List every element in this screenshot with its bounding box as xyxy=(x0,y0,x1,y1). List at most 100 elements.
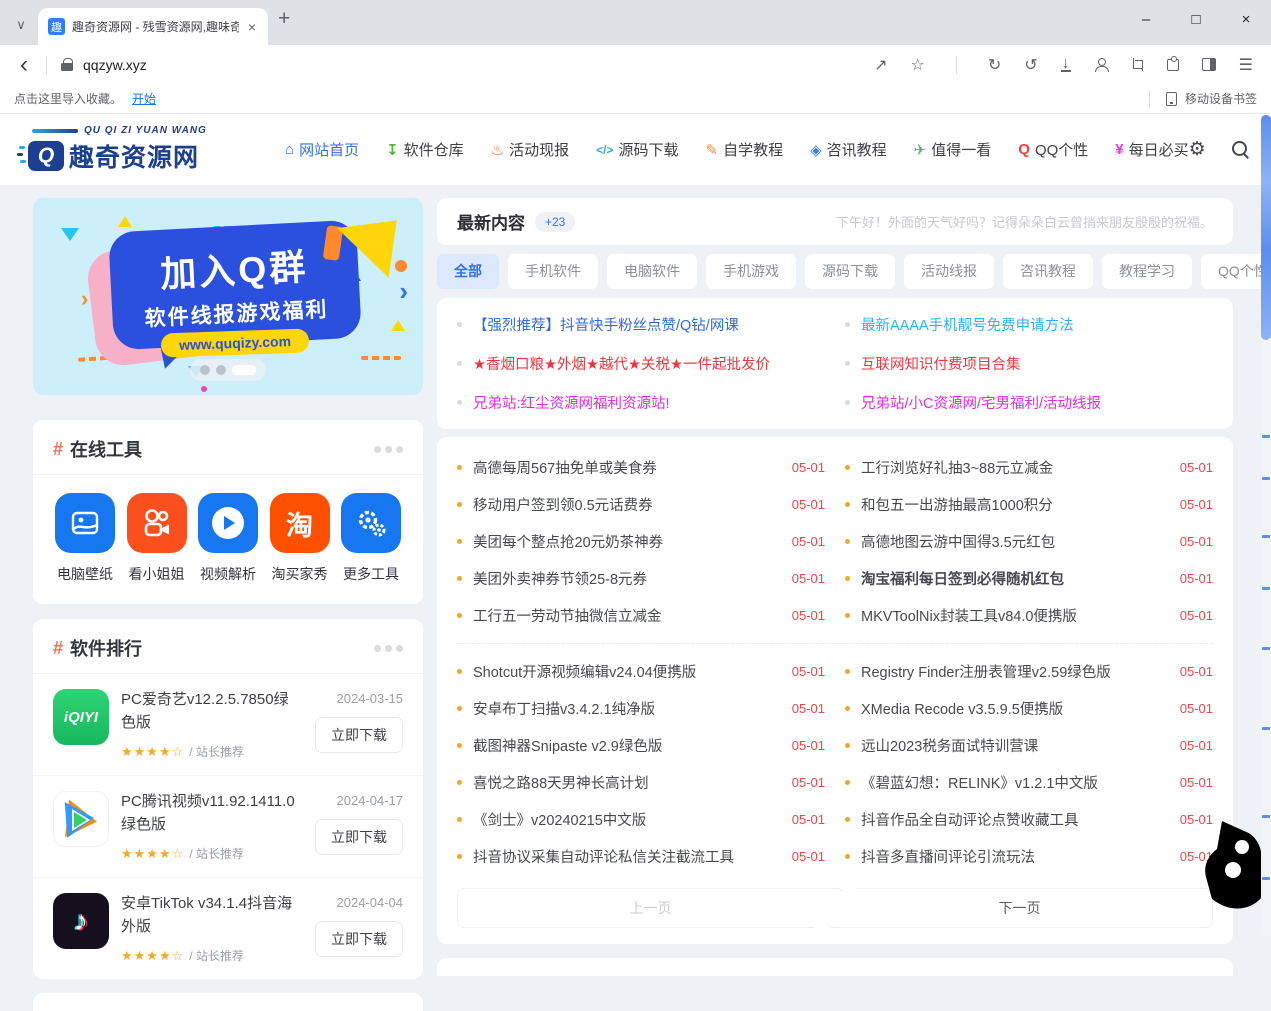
list-item[interactable]: 截图神器Snipaste v2.9绿色版05-01 xyxy=(457,727,825,764)
banner-subline: 软件线报游戏福利 xyxy=(144,293,329,333)
app-name[interactable]: PC爱奇艺v12.2.5.7850绿色版 xyxy=(121,689,299,734)
list-item[interactable]: 抖音作品全自动评论点赞收藏工具05-01 xyxy=(845,801,1213,838)
list-item[interactable]: 远山2023税务面试特训营课05-01 xyxy=(845,727,1213,764)
scrollbar-mark xyxy=(1262,587,1270,590)
list-item[interactable]: 喜悦之路88天男神长高计划05-01 xyxy=(457,764,825,801)
maximize-button[interactable]: □ xyxy=(1171,0,1221,40)
new-tab-button[interactable]: + xyxy=(278,7,290,31)
tab-source-download[interactable]: 源码下载 xyxy=(805,254,895,289)
tool-video-parse[interactable]: 视频解析 xyxy=(198,493,258,584)
list-item[interactable]: 美团每个整点抢20元奶茶神券05-01 xyxy=(457,523,825,560)
address-bar-url[interactable]: qqzyw.xyz xyxy=(83,57,147,73)
list-item[interactable]: 工行五一劳动节抽微信立减金05-01 xyxy=(457,597,825,634)
promo-link[interactable]: ★香烟口粮★外烟★越代★关税★一件起批发价 xyxy=(457,344,825,383)
split-view-icon[interactable] xyxy=(1202,58,1216,71)
list-item[interactable]: MKVToolNix封装工具v84.0便携版05-01 xyxy=(845,597,1213,634)
nav-item-worth-a-look[interactable]: ✈值得一看 xyxy=(914,139,992,160)
lock-icon[interactable] xyxy=(61,58,73,71)
list-item[interactable]: 安卓布丁扫描v3.4.2.1纯净版05-01 xyxy=(457,690,825,727)
tab-mobile-games[interactable]: 手机游戏 xyxy=(706,254,796,289)
tab-all[interactable]: 全部 xyxy=(437,254,499,289)
profile-icon[interactable] xyxy=(1094,58,1108,72)
list-item[interactable]: 《剑士》v20240215中文版05-01 xyxy=(457,801,825,838)
tool-kuaishou-girls[interactable]: 看小姐姐 xyxy=(127,493,187,584)
scrollbar-thumb[interactable] xyxy=(1261,115,1271,340)
nav-item-software-repo[interactable]: ↧软件仓库 xyxy=(386,139,464,160)
nav-item-qq-personality[interactable]: QQQ个性 xyxy=(1018,139,1088,160)
app-name[interactable]: PC腾讯视频v11.92.1411.0绿色版 xyxy=(121,791,299,836)
page-scrollbar[interactable] xyxy=(1261,115,1271,935)
back-icon[interactable]: ‹ xyxy=(10,50,38,80)
share-icon[interactable]: ↗ xyxy=(874,55,887,75)
tab-info-tutorial[interactable]: 咨讯教程 xyxy=(1003,254,1093,289)
tab-pc-software[interactable]: 电脑软件 xyxy=(607,254,697,289)
download-now-button[interactable]: 立即下载 xyxy=(315,717,403,753)
tab-mobile-software[interactable]: 手机软件 xyxy=(508,254,598,289)
tab-activity-news[interactable]: 活动线报 xyxy=(904,254,994,289)
ranking-row[interactable]: PC腾讯视频v11.92.1411.0绿色版 ★★★★☆/ 站长推荐 2024-… xyxy=(33,776,423,878)
list-item[interactable]: 和包五一出游抽最高1000积分05-01 xyxy=(845,486,1213,523)
recommend-note: / 站长推荐 xyxy=(189,847,244,861)
nav-item-activity-news[interactable]: ♨活动现报 xyxy=(491,139,569,160)
promo-link[interactable]: 互联网知识付费项目合集 xyxy=(845,344,1213,383)
favorite-icon[interactable]: ☆ xyxy=(911,55,925,75)
downloads-icon[interactable]: ↓ xyxy=(1061,57,1071,72)
ranking-row[interactable]: iQIYI PC爱奇艺v12.2.5.7850绿色版 ★★★★☆/ 站长推荐 2… xyxy=(33,674,423,776)
tool-more-tools[interactable]: 更多工具 xyxy=(341,493,401,584)
list-item[interactable]: 高德每周567抽免单或美食券05-01 xyxy=(457,449,825,486)
minimize-button[interactable]: – xyxy=(1121,0,1171,40)
list-item[interactable]: 移动用户签到领0.5元话费券05-01 xyxy=(457,486,825,523)
list-item[interactable]: XMedia Recode v3.5.9.5便携版05-01 xyxy=(845,690,1213,727)
tab-close-icon[interactable]: × xyxy=(246,19,258,35)
list-item[interactable]: 抖音协议采集自动评论私信关注截流工具05-01 xyxy=(457,838,825,875)
list-item[interactable]: 工行浏览好礼抽3~88元立减金05-01 xyxy=(845,449,1213,486)
nav-item-info-tutorial[interactable]: ◈咨讯教程 xyxy=(810,139,887,160)
promo-link[interactable]: 兄弟站:红尘资源网福利资源站! xyxy=(457,383,825,422)
carousel-dot[interactable] xyxy=(200,365,210,375)
cat-back-to-top-widget[interactable] xyxy=(1204,819,1262,911)
settings-gear-icon[interactable]: ⚙ xyxy=(1189,138,1206,161)
nav-item-daily-buy[interactable]: ¥每日必买 xyxy=(1115,139,1188,160)
close-button[interactable]: × xyxy=(1221,0,1271,40)
promo-link[interactable]: 【强烈推荐】抖音快手粉丝点赞/Q钻/网课 xyxy=(457,305,825,344)
tab-course-study[interactable]: 教程学习 xyxy=(1102,254,1192,289)
promo-link[interactable]: 兄弟站/小C资源网/宅男福利/活动线报 xyxy=(845,383,1213,422)
list-item[interactable]: 淘宝福利每日签到必得随机红包05-01 xyxy=(845,560,1213,597)
carousel-dot-active[interactable] xyxy=(232,365,256,375)
app-name[interactable]: 安卓TikTok v34.1.4抖音海外版 xyxy=(121,893,299,938)
bookmarks-start-link[interactable]: 开始 xyxy=(132,90,156,107)
history-icon[interactable]: ↺ xyxy=(1024,55,1037,75)
extensions-icon[interactable] xyxy=(1167,59,1179,71)
list-item[interactable]: 抖音多直播间评论引流玩法05-01 xyxy=(845,838,1213,875)
list-item[interactable]: 高德地图云游中国得3.5元红包05-01 xyxy=(845,523,1213,560)
screenshot-crop-icon[interactable] xyxy=(1131,58,1144,71)
list-item[interactable]: Shotcut开源视频编辑v24.04便携版05-01 xyxy=(457,653,825,690)
prev-page-button[interactable]: 上一页 xyxy=(457,888,844,928)
browser-tab[interactable]: 趣 趣奇资源网 - 残雪资源网,趣味奇 × xyxy=(38,8,268,45)
next-page-button[interactable]: 下一页 xyxy=(826,888,1213,928)
download-now-button[interactable]: 立即下载 xyxy=(315,819,403,855)
nav-item-self-study[interactable]: ✎自学教程 xyxy=(706,139,784,160)
list-item[interactable]: Registry Finder注册表管理v2.59绿色版05-01 xyxy=(845,653,1213,690)
ranking-row[interactable]: ♪ 安卓TikTok v34.1.4抖音海外版 ★★★★☆/ 站长推荐 2024… xyxy=(33,878,423,979)
promo-banner-carousel[interactable]: › 加入Q群 软件线报游戏福利 www.quqizy.com › xyxy=(33,198,423,395)
mobile-device-icon xyxy=(1166,92,1177,106)
menu-icon[interactable]: ☰ xyxy=(1239,55,1253,75)
list-item[interactable]: 美团外卖神券节领25-8元券05-01 xyxy=(457,560,825,597)
more-dots-icon[interactable] xyxy=(374,645,403,652)
refresh-icon[interactable]: ↻ xyxy=(988,55,1001,75)
carousel-next-icon[interactable]: › xyxy=(399,276,408,307)
nav-item-source-download[interactable]: </>源码下载 xyxy=(596,139,678,160)
download-now-button[interactable]: 立即下载 xyxy=(315,921,403,957)
promo-link[interactable]: 最新AAAA手机靓号免费申请方法 xyxy=(845,305,1213,344)
site-logo[interactable]: QU QI ZI YUAN WANG Q 趣奇资源网 xyxy=(28,125,233,174)
list-item[interactable]: 《碧蓝幻想：RELINK》v1.2.1中文版05-01 xyxy=(845,764,1213,801)
nav-item-home[interactable]: ⌂网站首页 xyxy=(285,139,359,160)
tool-taobao-show[interactable]: 淘 淘买家秀 xyxy=(270,493,330,584)
search-icon[interactable] xyxy=(1232,141,1249,158)
tab-search-icon[interactable]: ∨ xyxy=(6,17,36,33)
more-dots-icon[interactable] xyxy=(374,446,403,453)
carousel-dot[interactable] xyxy=(216,365,226,375)
mobile-bookmarks-label[interactable]: 移动设备书签 xyxy=(1185,90,1257,107)
tool-pc-wallpaper[interactable]: 电脑壁纸 xyxy=(55,493,115,584)
